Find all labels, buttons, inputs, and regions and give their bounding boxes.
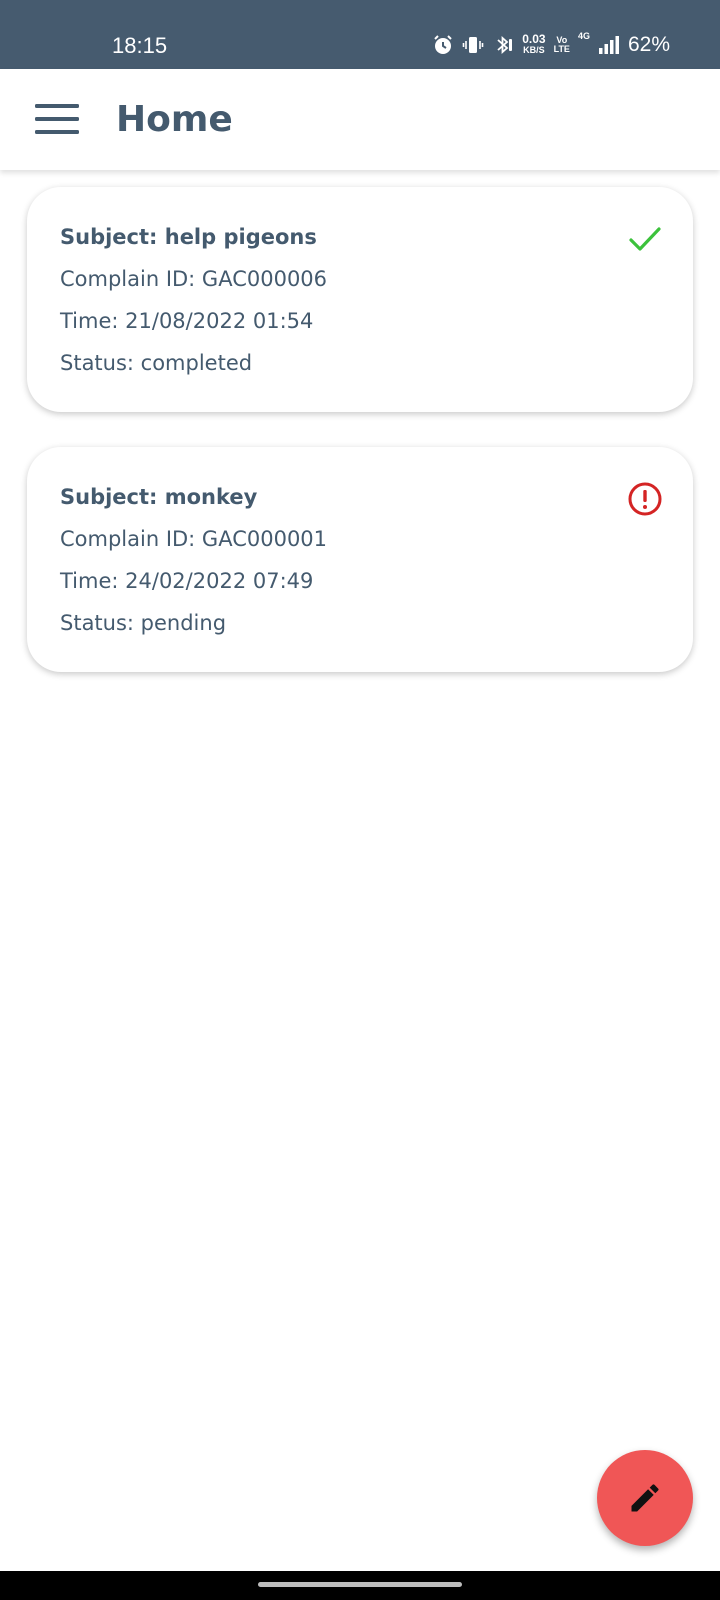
complaint-id: Complain ID: GAC000001 <box>60 527 328 551</box>
complaint-time: Time: 24/02/2022 07:49 <box>60 569 314 593</box>
bluetooth-icon <box>492 34 514 56</box>
battery-level: 62% <box>627 33 670 56</box>
status-bar: 18:15 0.03 KB/S Vo LTE 4G 62% <box>0 0 720 69</box>
complaint-id: Complain ID: GAC000006 <box>60 267 328 291</box>
menu-button[interactable] <box>28 95 86 143</box>
complaint-status: Status: completed <box>60 351 253 375</box>
app-bar: Home <box>0 69 720 170</box>
status-time: 18:15 <box>112 33 168 58</box>
complaint-card[interactable]: Subject: help pigeons Complain ID: GAC00… <box>27 187 693 412</box>
complaint-subject: Subject: monkey <box>60 485 258 509</box>
net-speed-value: 0.03 <box>522 32 546 46</box>
complaint-status: Status: pending <box>60 611 227 635</box>
new-complaint-fab[interactable] <box>597 1450 693 1546</box>
checkmark-icon <box>629 227 661 251</box>
system-nav-bar <box>0 1571 720 1600</box>
signal-icon <box>598 34 620 56</box>
complaint-subject: Subject: help pigeons <box>60 225 317 249</box>
alarm-icon <box>432 34 454 56</box>
page-title: Home <box>116 99 233 140</box>
network-type: 4G <box>577 31 590 41</box>
volte-bottom: LTE <box>553 44 570 54</box>
status-icons: 0.03 KB/S Vo LTE 4G 62% <box>432 30 670 60</box>
volte-indicator: Vo LTE <box>554 36 570 54</box>
home-gesture-handle[interactable] <box>258 1582 462 1587</box>
vibrate-icon <box>462 34 484 56</box>
hamburger-menu-icon <box>35 104 79 134</box>
pencil-icon <box>631 1484 659 1512</box>
net-speed: 0.03 KB/S <box>522 32 546 56</box>
complaint-time: Time: 21/08/2022 01:54 <box>60 309 314 333</box>
alert-circle-icon <box>628 482 662 516</box>
complaint-card[interactable]: Subject: monkey Complain ID: GAC000001 T… <box>27 447 693 672</box>
net-speed-unit: KB/S <box>523 45 545 55</box>
